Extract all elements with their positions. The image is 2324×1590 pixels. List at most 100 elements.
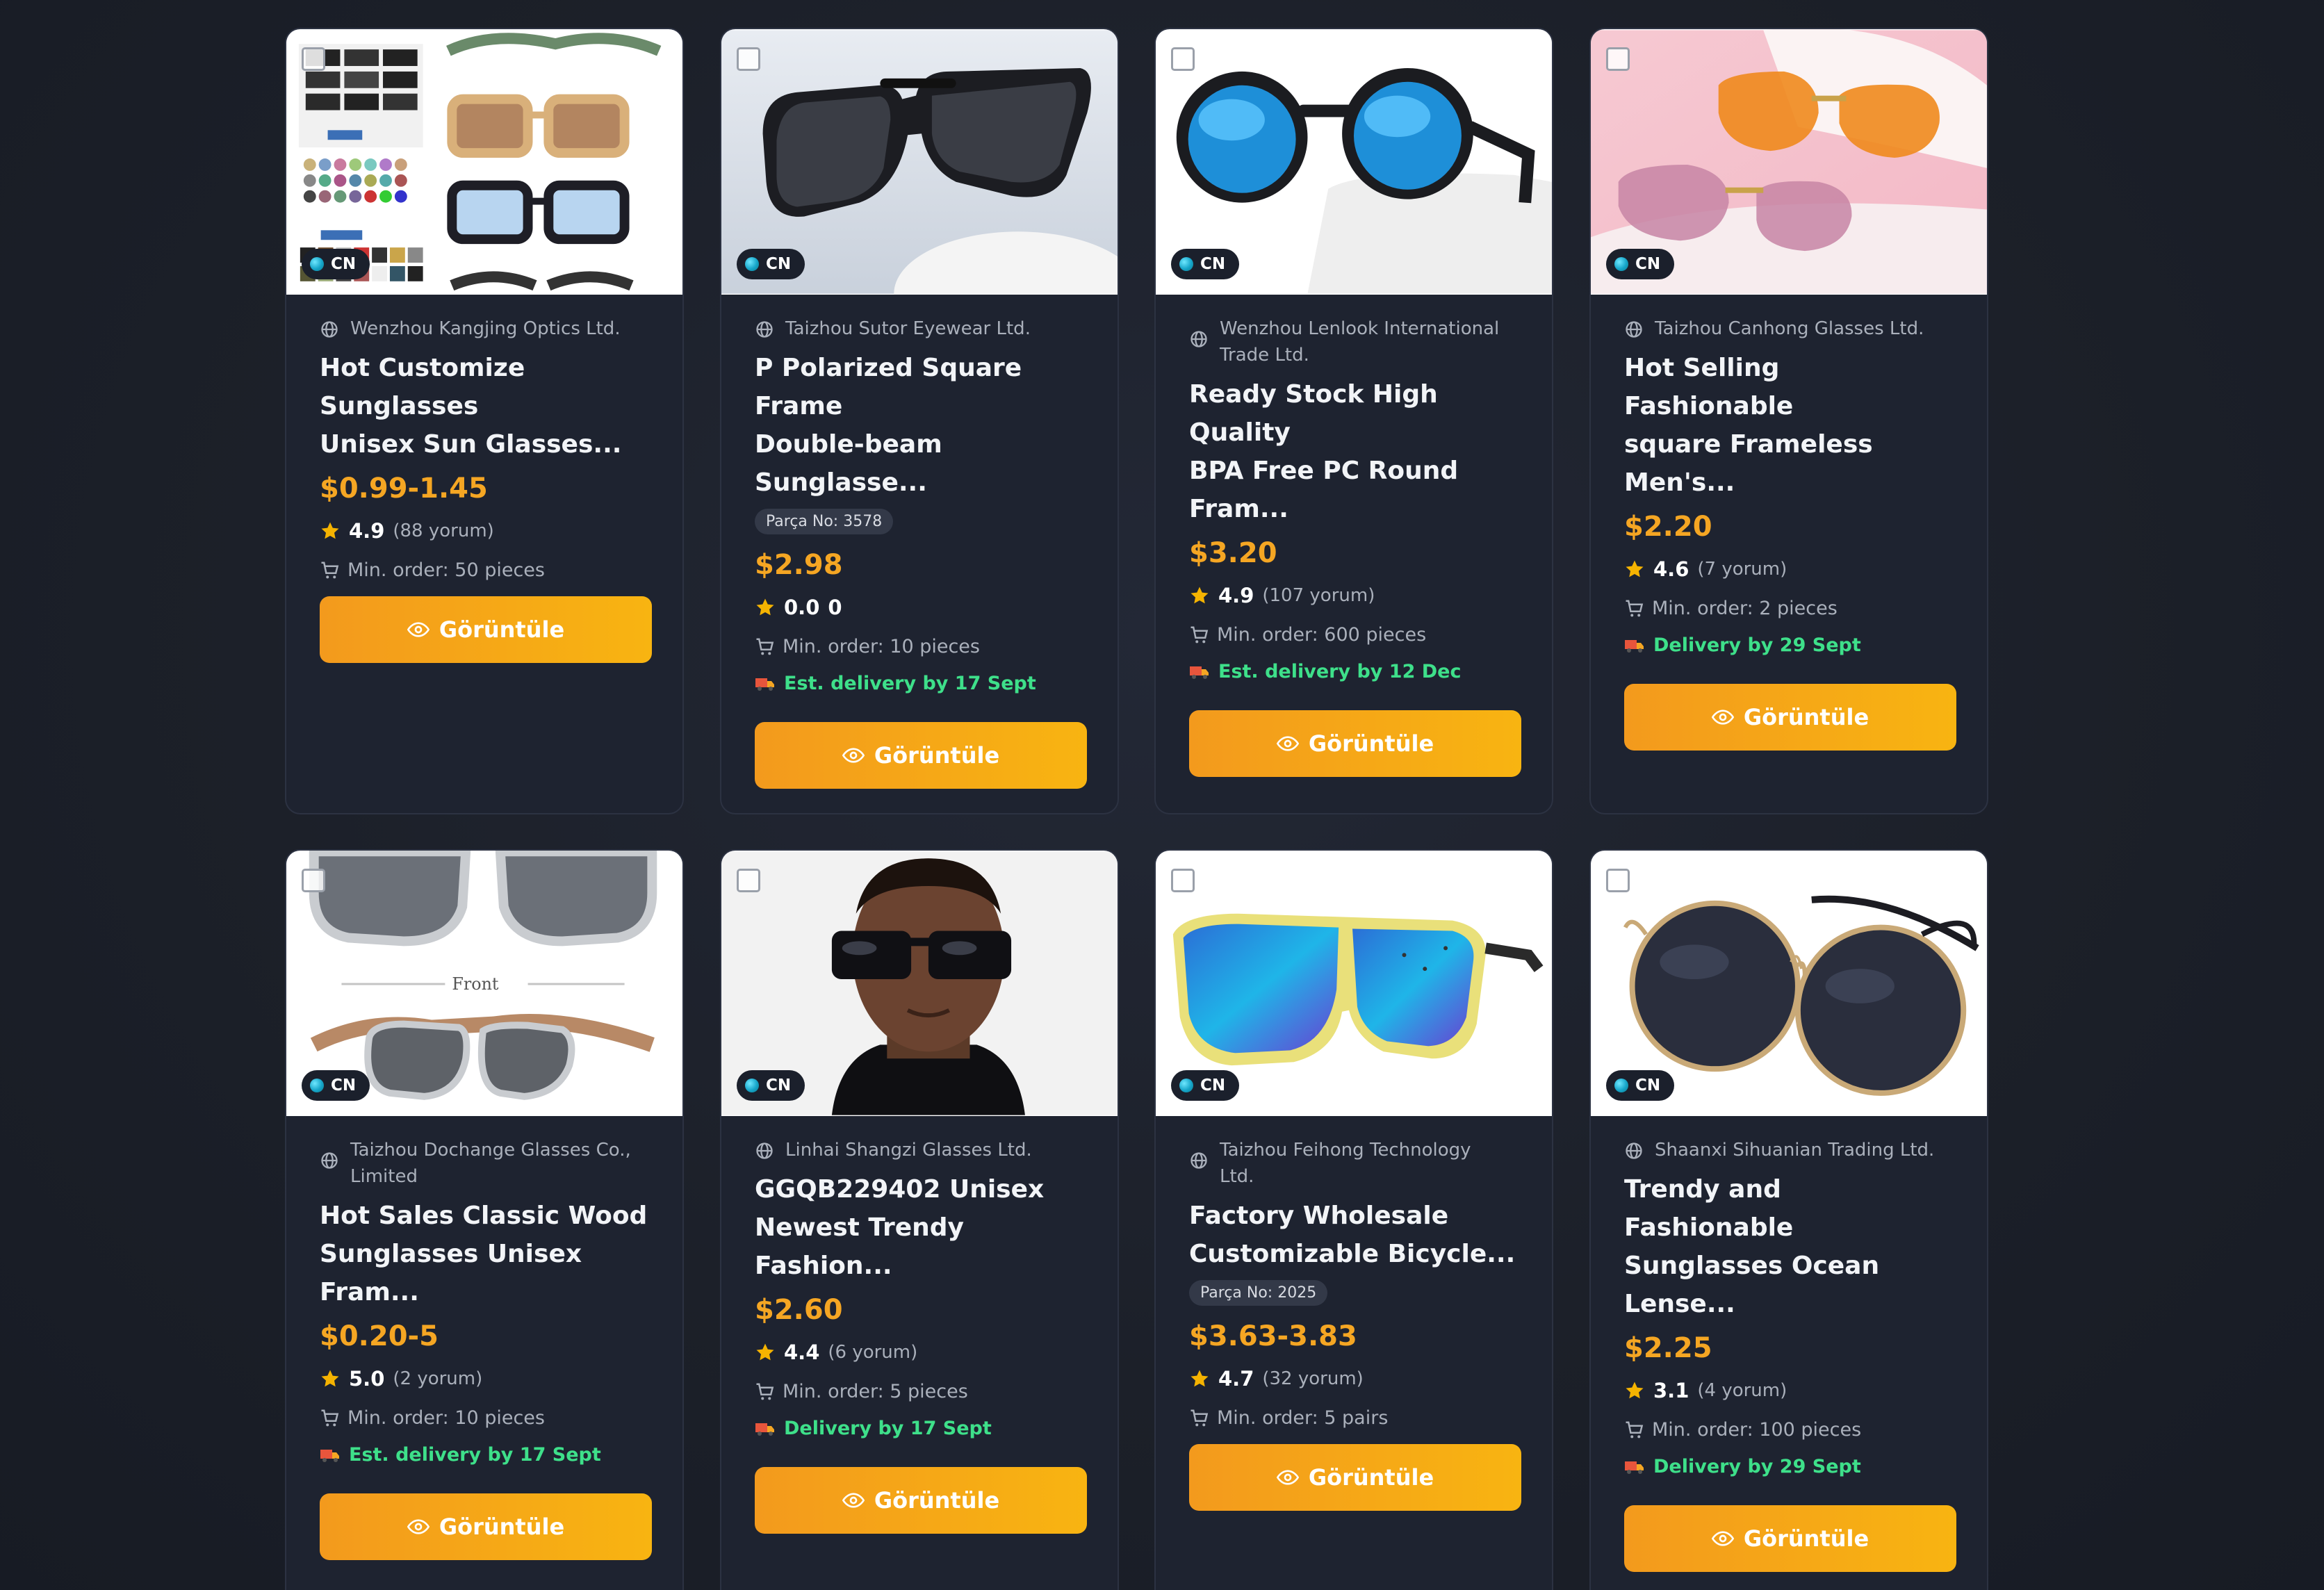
- view-button[interactable]: Görüntüle: [755, 1467, 1087, 1534]
- country-code: CN: [1635, 1076, 1661, 1095]
- eye-icon: [407, 622, 429, 637]
- select-checkbox[interactable]: [302, 869, 325, 892]
- supplier-name[interactable]: Taizhou Feihong Technology Ltd.: [1189, 1137, 1519, 1190]
- country-badge: CN: [1171, 1070, 1240, 1101]
- product-image[interactable]: CN: [286, 29, 682, 295]
- country-code: CN: [1200, 255, 1226, 273]
- product-rating: 4.7 (32 yorum): [1189, 1367, 1519, 1391]
- product-title[interactable]: P Polarized Square Frame Double-beam Sun…: [755, 349, 1084, 502]
- select-checkbox[interactable]: [302, 47, 325, 71]
- globe-icon: [756, 321, 773, 338]
- product-card[interactable]: CN Wenzhou Lenlook International Trade L…: [1154, 28, 1553, 814]
- eye-icon: [842, 748, 865, 763]
- select-checkbox[interactable]: [737, 869, 760, 892]
- view-button[interactable]: Görüntüle: [1624, 1505, 1956, 1572]
- view-button[interactable]: Görüntüle: [1624, 684, 1956, 751]
- globe-dot-icon: [310, 1079, 324, 1092]
- cart-icon: [321, 562, 339, 578]
- product-title[interactable]: Hot Selling Fashionable square Frameless…: [1624, 349, 1954, 502]
- eye-icon: [842, 1493, 865, 1508]
- product-card[interactable]: CN Taizhou Feihong Technology Ltd. Facto…: [1154, 849, 1553, 1590]
- globe-dot-icon: [1614, 1079, 1628, 1092]
- star-icon: [1190, 587, 1209, 604]
- product-card[interactable]: Front CN Taizhou Dochange Glasses Co., L…: [285, 849, 684, 1590]
- product-price: $2.20: [1624, 511, 1712, 543]
- globe-icon: [1190, 1152, 1207, 1169]
- country-badge: CN: [737, 249, 805, 279]
- view-button[interactable]: Görüntüle: [320, 596, 652, 663]
- globe-icon: [1626, 321, 1642, 338]
- product-title[interactable]: Hot Customize Sunglasses Unisex Sun Glas…: [320, 349, 649, 464]
- select-checkbox[interactable]: [1606, 47, 1630, 71]
- select-checkbox[interactable]: [1606, 869, 1630, 892]
- product-card[interactable]: CN Linhai Shangzi Glasses Ltd. GGQB22940…: [720, 849, 1119, 1590]
- part-number-badge: Parça No: 3578: [755, 509, 894, 534]
- product-image[interactable]: CN: [1591, 29, 1987, 295]
- cart-icon: [756, 1383, 774, 1400]
- country-badge: CN: [1171, 249, 1240, 279]
- supplier-name[interactable]: Taizhou Dochange Glasses Co., Limited: [320, 1137, 649, 1190]
- delivery-info: Est. delivery by 17 Sept: [755, 673, 1084, 694]
- globe-dot-icon: [745, 1079, 759, 1092]
- product-rating: 0.0 0: [755, 596, 1084, 619]
- product-price: $2.25: [1624, 1332, 1712, 1364]
- product-card[interactable]: CN Shaanxi Sihuanian Trading Ltd. Trendy…: [1589, 849, 1988, 1590]
- cart-icon: [756, 638, 774, 655]
- globe-icon: [321, 1152, 338, 1169]
- min-order: Min. order: 100 pieces: [1624, 1419, 1954, 1441]
- min-order: Min. order: 10 pieces: [755, 636, 1084, 657]
- eye-icon: [1711, 710, 1734, 725]
- supplier-name[interactable]: Wenzhou Lenlook International Trade Ltd.: [1189, 315, 1519, 368]
- product-price: $0.20-5: [320, 1320, 439, 1352]
- select-checkbox[interactable]: [737, 47, 760, 71]
- supplier-name[interactable]: Taizhou Canhong Glasses Ltd.: [1624, 315, 1954, 342]
- product-image[interactable]: CN: [721, 851, 1118, 1116]
- view-button[interactable]: Görüntüle: [1189, 710, 1521, 777]
- cart-icon: [1190, 626, 1209, 643]
- supplier-name[interactable]: Wenzhou Kangjing Optics Ltd.: [320, 315, 649, 342]
- select-checkbox[interactable]: [1171, 47, 1195, 71]
- product-title[interactable]: Hot Sales Classic Wood Sunglasses Unisex…: [320, 1197, 649, 1311]
- view-button[interactable]: Görüntüle: [1189, 1444, 1521, 1511]
- supplier-name[interactable]: Taizhou Sutor Eyewear Ltd.: [755, 315, 1084, 342]
- delivery-info: Est. delivery by 12 Dec: [1189, 661, 1519, 682]
- product-image[interactable]: CN: [1156, 851, 1552, 1116]
- globe-dot-icon: [745, 257, 759, 271]
- product-grid-page: CN Wenzhou Kangjing Optics Ltd. Hot Cust…: [0, 0, 2324, 1590]
- supplier-name[interactable]: Linhai Shangzi Glasses Ltd.: [755, 1137, 1084, 1163]
- product-image[interactable]: CN: [721, 29, 1118, 295]
- supplier-name[interactable]: Shaanxi Sihuanian Trading Ltd.: [1624, 1137, 1954, 1163]
- product-card[interactable]: CN Taizhou Canhong Glasses Ltd. Hot Sell…: [1589, 28, 1988, 814]
- country-code: CN: [331, 255, 357, 273]
- product-title[interactable]: Ready Stock High Quality BPA Free PC Rou…: [1189, 375, 1519, 528]
- country-code: CN: [766, 255, 792, 273]
- product-title[interactable]: GGQB229402 Unisex Newest Trendy Fashion.…: [755, 1170, 1084, 1285]
- truck-icon: [755, 1423, 774, 1436]
- product-rating: 5.0 (2 yorum): [320, 1367, 649, 1391]
- product-image[interactable]: CN: [1591, 851, 1987, 1116]
- truck-icon: [755, 678, 774, 691]
- min-order: Min. order: 5 pairs: [1189, 1407, 1519, 1429]
- globe-dot-icon: [310, 257, 324, 271]
- product-rating: 3.1 (4 yorum): [1624, 1379, 1954, 1402]
- product-card[interactable]: CN Wenzhou Kangjing Optics Ltd. Hot Cust…: [285, 28, 684, 814]
- view-button[interactable]: Görüntüle: [320, 1493, 652, 1560]
- cart-icon: [1626, 1421, 1644, 1438]
- product-rating: 4.6 (7 yorum): [1624, 557, 1954, 581]
- globe-icon: [1190, 331, 1207, 347]
- part-number-badge: Parça No: 2025: [1189, 1280, 1328, 1306]
- select-checkbox[interactable]: [1171, 869, 1195, 892]
- min-order: Min. order: 2 pieces: [1624, 598, 1954, 619]
- product-title[interactable]: Factory Wholesale Customizable Bicycle..…: [1189, 1197, 1519, 1273]
- eye-icon: [1276, 736, 1299, 751]
- product-card[interactable]: CN Taizhou Sutor Eyewear Ltd. P Polarize…: [720, 28, 1119, 814]
- view-button[interactable]: Görüntüle: [755, 722, 1087, 789]
- truck-icon: [1625, 1461, 1644, 1474]
- product-image[interactable]: Front CN: [286, 851, 682, 1116]
- star-icon: [756, 1343, 774, 1361]
- product-rating: 4.9 (107 yorum): [1189, 584, 1519, 607]
- globe-icon: [1626, 1142, 1642, 1159]
- product-image[interactable]: CN: [1156, 29, 1552, 295]
- product-title[interactable]: Trendy and Fashionable Sunglasses Ocean …: [1624, 1170, 1954, 1323]
- star-icon: [321, 1370, 339, 1387]
